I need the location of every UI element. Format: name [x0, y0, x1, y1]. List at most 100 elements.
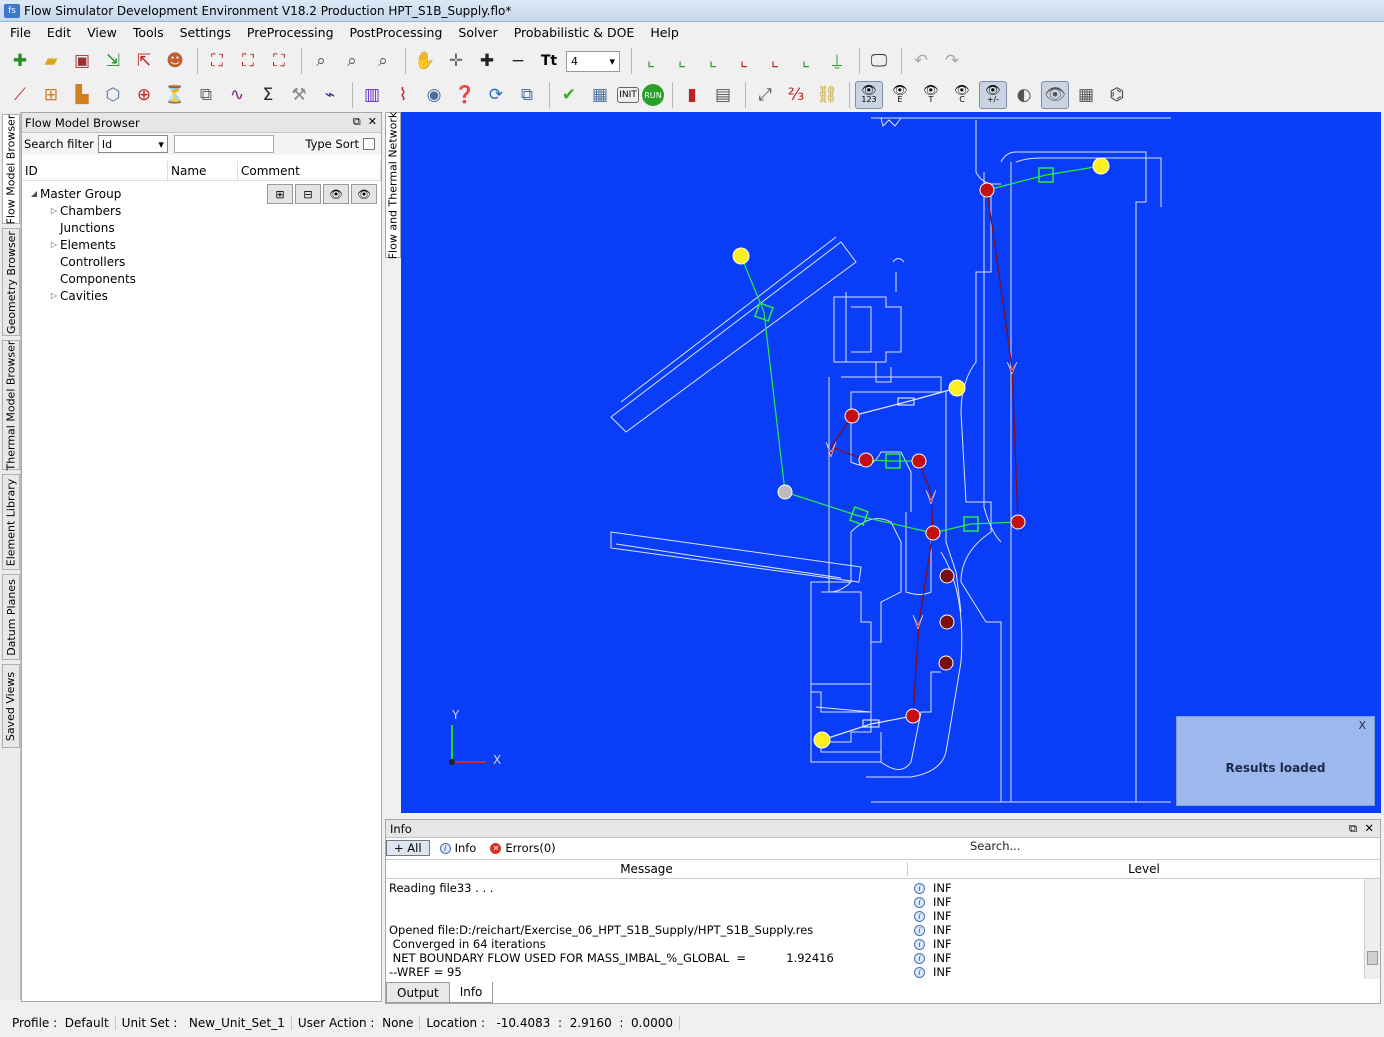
check-icon[interactable]: ✔ [555, 81, 583, 109]
zoom-out-icon[interactable]: ⌕ [369, 47, 397, 75]
init-icon[interactable]: INIT [617, 87, 639, 103]
tab-datum-planes[interactable]: Datum Planes [2, 574, 20, 660]
refresh-icon[interactable]: ⟳ [482, 81, 510, 109]
table-icon[interactable]: ▤ [709, 81, 737, 109]
tab-flow-thermal-network[interactable]: Flow and Thermal Network [385, 111, 401, 259]
log-row[interactable]: i INF [386, 909, 1380, 923]
open-folder-icon[interactable]: ▰ [37, 47, 65, 75]
view-zx-icon[interactable]: ⌞ [668, 47, 696, 75]
column-message[interactable]: Message [386, 862, 908, 876]
chamber-node[interactable] [844, 408, 860, 424]
junction-node[interactable] [777, 484, 793, 500]
zoom-icon[interactable]: ⌕ [307, 47, 335, 75]
log-scrollbar[interactable] [1364, 879, 1380, 979]
tree-node-junctions[interactable]: Junctions [22, 219, 381, 236]
tab-element-library[interactable]: Element Library [2, 474, 20, 570]
wand-icon[interactable]: ⚒ [285, 81, 313, 109]
bar-chart-icon[interactable]: ▙ [68, 81, 96, 109]
close-icon[interactable]: X [1358, 719, 1366, 732]
move-icon[interactable]: ✛ [442, 47, 470, 75]
tab-flow-model-browser[interactable]: Flow Model Browser [2, 114, 20, 224]
menu-file[interactable]: File [2, 25, 39, 40]
column-name[interactable]: Name [168, 161, 238, 180]
help-doc-icon[interactable]: ❓ [451, 81, 479, 109]
network-canvas[interactable]: Y X X Results loaded [401, 112, 1381, 813]
hierarchy-icon[interactable]: ⊞ [37, 81, 65, 109]
font-size-select[interactable]: 4 ▾ [566, 50, 620, 72]
log-row[interactable]: Converged in 64 iterations i INF [386, 937, 1380, 951]
fit-selection-icon[interactable]: ⛶ [234, 47, 262, 75]
type-sort-checkbox[interactable] [363, 138, 375, 150]
monitor-icon[interactable]: 🖵 [865, 47, 893, 75]
vortex-node[interactable] [938, 655, 954, 671]
log-search-input[interactable]: Search... [968, 839, 1378, 856]
eye-plusminus-icon[interactable]: 👁 +/- [979, 81, 1007, 109]
collapsed-arrow-icon[interactable]: ▷ [48, 240, 60, 249]
new-file-icon[interactable]: ✚ [6, 47, 34, 75]
hide-icon[interactable]: 👁 [351, 184, 377, 204]
export-icon[interactable]: ⇱ [130, 47, 158, 75]
log-row[interactable]: --WREF = 95 i INF [386, 965, 1380, 979]
menu-edit[interactable]: Edit [39, 25, 79, 40]
import-icon[interactable]: ⇲ [99, 47, 127, 75]
inspect-icon[interactable]: ◉ [420, 81, 448, 109]
filter-type-select[interactable]: Id ▾ [97, 135, 168, 153]
eye-thermal-icon[interactable]: 👁 T [917, 81, 945, 109]
boundary-node[interactable] [948, 379, 966, 397]
zoom-in-icon[interactable]: ⌕ [338, 47, 366, 75]
boundary-node[interactable] [813, 731, 831, 749]
redo-icon[interactable]: ↷ [938, 47, 966, 75]
eye-chambers-icon[interactable]: 👁 C [948, 81, 976, 109]
eye-elements-icon[interactable]: 👁 E [886, 81, 914, 109]
close-icon[interactable]: ✕ [1364, 821, 1374, 835]
layer-icon[interactable]: ⧉ [192, 81, 220, 109]
eye-numbers-icon[interactable]: 👁 123 [855, 81, 883, 109]
view-iso-icon[interactable]: ⍊ [823, 47, 851, 75]
tab-output[interactable]: Output [386, 982, 450, 1003]
view-xz-icon[interactable]: ⌞ [761, 47, 789, 75]
column-level[interactable]: Level [908, 862, 1380, 876]
filter-info-button[interactable]: i Info [439, 841, 476, 855]
save-icon[interactable]: ▣ [68, 47, 96, 75]
chamber-node[interactable] [905, 708, 921, 724]
chamber-node[interactable] [858, 452, 874, 468]
collapsed-arrow-icon[interactable]: ▷ [48, 291, 60, 300]
orifice-element[interactable] [912, 614, 924, 630]
run-icon[interactable]: RUN [642, 84, 664, 106]
script-icon[interactable]: ⌁ [316, 81, 344, 109]
pan-hand-icon[interactable]: ✋ [411, 47, 439, 75]
menu-settings[interactable]: Settings [172, 25, 239, 40]
undo-icon[interactable]: ↶ [907, 47, 935, 75]
filter-all-button[interactable]: + All [386, 840, 430, 856]
chamber-node[interactable] [1010, 514, 1026, 530]
eye-shade-icon[interactable]: ◐ [1010, 81, 1038, 109]
scrollbar-thumb[interactable] [1367, 951, 1378, 965]
collapse-tree-icon[interactable]: ⊟ [295, 184, 321, 204]
menu-view[interactable]: View [79, 25, 125, 40]
menu-solver[interactable]: Solver [450, 25, 505, 40]
tree-node-cavities[interactable]: ▷ Cavities [22, 287, 381, 304]
tab-geometry-browser[interactable]: Geometry Browser [2, 228, 20, 336]
boundary-node[interactable] [732, 247, 750, 265]
show-icon[interactable]: 👁 [323, 184, 349, 204]
chamber-node[interactable] [925, 525, 941, 541]
sum-icon[interactable]: Σ [254, 81, 282, 109]
draw-line-icon[interactable]: ⟋ [6, 81, 34, 109]
collapsed-arrow-icon[interactable]: ▷ [48, 206, 60, 215]
chamber-node[interactable] [979, 182, 995, 198]
curve-icon[interactable]: ∿ [223, 81, 251, 109]
fit-all-icon[interactable]: ⛶ [203, 47, 231, 75]
float-icon[interactable]: ⧉ [1349, 821, 1357, 835]
eye-geometry-icon[interactable]: 👁 [1041, 81, 1069, 109]
eye-grid-icon[interactable]: ▦ [1072, 81, 1100, 109]
chamber-node[interactable] [911, 453, 927, 469]
tree-node-chambers[interactable]: ▷ Chambers [22, 202, 381, 219]
add-node-icon[interactable]: ⊕ [130, 81, 158, 109]
close-icon[interactable]: ✕ [368, 115, 377, 128]
float-icon[interactable]: ⧉ [353, 115, 361, 128]
expanded-arrow-icon[interactable]: ◢ [28, 189, 40, 198]
number-icon[interactable]: ⅔ [782, 81, 810, 109]
tab-thermal-model-browser[interactable]: Thermal Model Browser [2, 340, 20, 470]
user-icon[interactable]: ☻ [161, 47, 189, 75]
vortex-node[interactable] [939, 614, 955, 630]
